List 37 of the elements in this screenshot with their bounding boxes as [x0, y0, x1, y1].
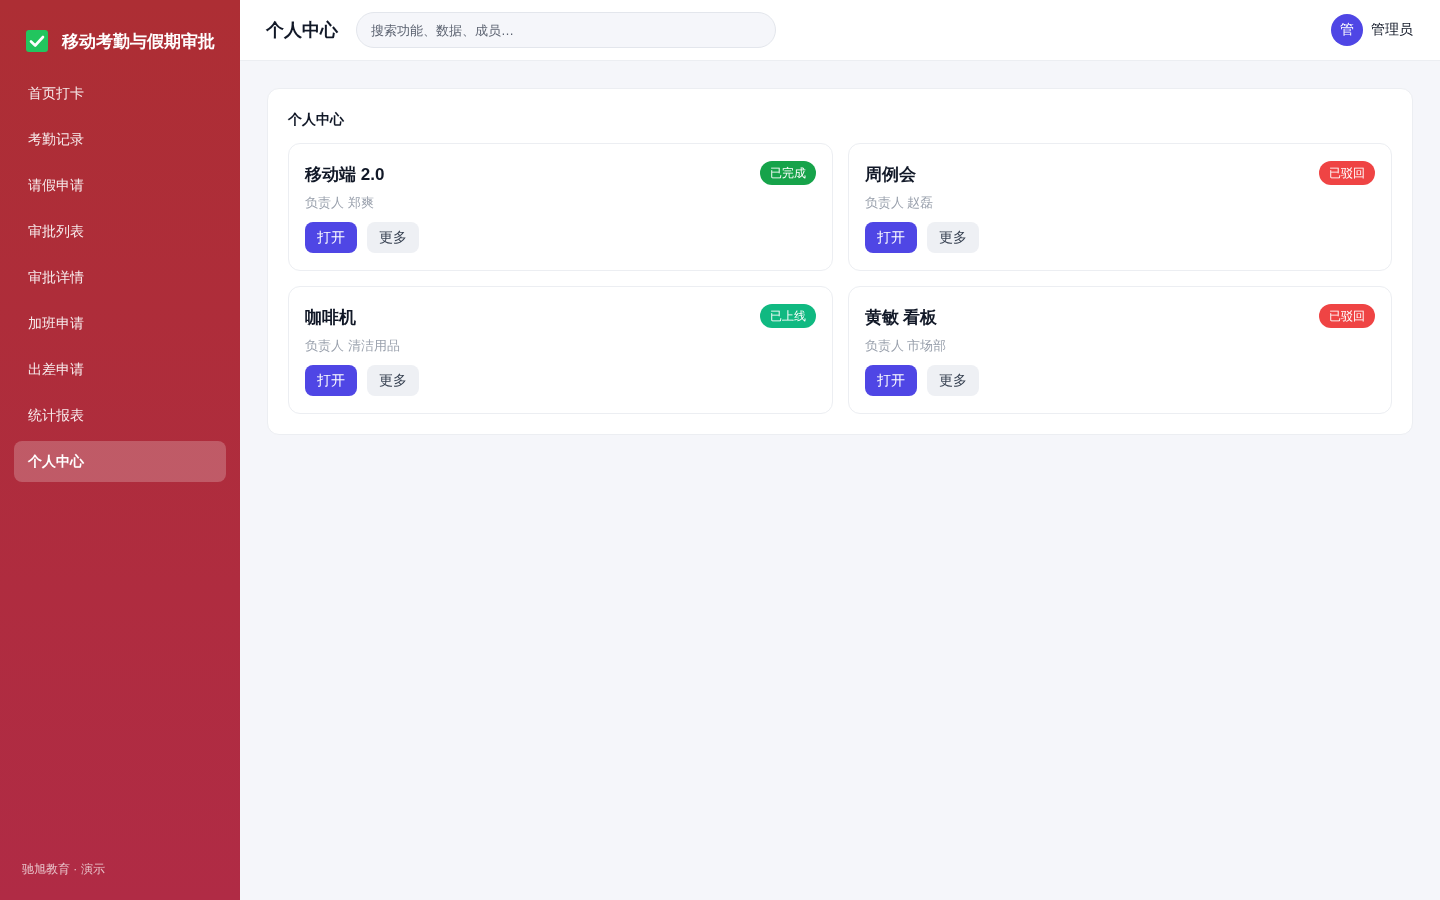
nav-item[interactable]: 审批列表	[14, 211, 226, 252]
nav-item[interactable]: 首页打卡	[14, 73, 226, 114]
card-title: 咖啡机	[305, 307, 356, 329]
footer-text: 驰旭教育 · 演示	[21, 861, 106, 878]
card-title: 移动端 2.0	[305, 164, 385, 186]
search-field[interactable]: 搜索功能、数据、成员…	[356, 12, 776, 48]
page-title: 个人中心	[266, 19, 338, 42]
app-title: 移动考勤与假期审批	[62, 30, 215, 53]
nav-item[interactable]: 统计报表	[14, 395, 226, 436]
nav-item[interactable]: 审批详情	[14, 257, 226, 298]
nav-item[interactable]: 加班申请	[14, 303, 226, 344]
more-button[interactable]: 更多	[367, 222, 419, 253]
nav-item[interactable]: 出差申请	[14, 349, 226, 390]
owner-text: 负责人 郑爽	[305, 194, 375, 212]
nav-item[interactable]: 个人中心	[14, 441, 226, 482]
nav-item[interactable]: 请假申请	[14, 165, 226, 206]
more-button[interactable]: 更多	[367, 365, 419, 396]
owner-text: 负责人 赵磊	[864, 194, 935, 212]
owner-text: 负责人 清洁用品	[305, 337, 401, 355]
open-button[interactable]: 打开	[864, 222, 917, 253]
card-title: 黄敏 看板	[864, 307, 938, 329]
open-button[interactable]: 打开	[305, 365, 357, 396]
status-badge: 已驳回	[1319, 160, 1375, 185]
status-badge: 已上线	[759, 303, 816, 328]
more-button[interactable]: 更多	[926, 222, 979, 253]
checkbox-icon	[26, 30, 48, 52]
open-button[interactable]: 打开	[305, 222, 357, 253]
card-title: 周例会	[864, 164, 916, 186]
open-button[interactable]: 打开	[864, 365, 917, 396]
status-badge: 已驳回	[1319, 303, 1375, 328]
owner-text: 负责人 市场部	[864, 337, 948, 355]
panel-title: 个人中心	[288, 110, 345, 129]
status-badge: 已完成	[759, 160, 816, 185]
user-name: 管理员	[1371, 21, 1413, 39]
nav-item[interactable]: 考勤记录	[14, 119, 226, 160]
user-avatar[interactable]: 管	[1331, 14, 1363, 46]
more-button[interactable]: 更多	[926, 365, 979, 396]
